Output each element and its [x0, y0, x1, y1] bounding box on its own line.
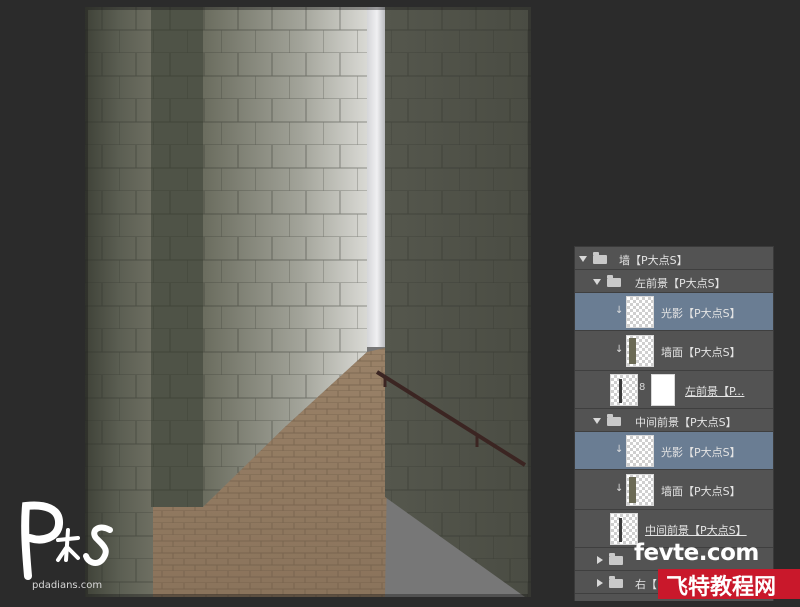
- folder-icon: [593, 252, 607, 264]
- layer-thumbnail: [610, 374, 638, 406]
- layer-group-wall[interactable]: 墙【P大点S】: [575, 247, 773, 270]
- layer-thumbnail: [626, 296, 654, 328]
- expand-arrow-icon[interactable]: [593, 418, 601, 424]
- layer-thumbnail: [626, 335, 654, 367]
- layer-group-left-foreground[interactable]: 左前景【P大点S】: [575, 270, 773, 293]
- layer-light-shadow-1[interactable]: ↓ 光影【P大点S】: [575, 293, 773, 331]
- clipping-arrow-icon: ↓: [615, 305, 624, 316]
- expand-arrow-icon[interactable]: [593, 279, 601, 285]
- layer-light-shadow-2[interactable]: ↓ 光影【P大点S】: [575, 432, 773, 470]
- expand-arrow-icon[interactable]: [579, 256, 587, 262]
- layer-wall-surface-1[interactable]: ↓ 墙面【P大点S】: [575, 331, 773, 371]
- layer-label: 左前景【P大点S】: [635, 277, 726, 290]
- layer-label: 光影【P大点S】: [661, 307, 741, 320]
- layer-label: 中间前景【P大点S】: [635, 416, 737, 429]
- mask-link-icon[interactable]: 8: [639, 382, 645, 393]
- document-canvas[interactable]: [85, 7, 531, 597]
- expand-arrow-icon[interactable]: [597, 579, 603, 587]
- layer-left-foreground-masked[interactable]: 8 左前景【P...: [575, 371, 773, 409]
- ps-watermark: pdadians.com: [14, 498, 124, 598]
- layer-label: 光影【P大点S】: [661, 446, 741, 459]
- layer-label: 墙面【P大点S】: [661, 485, 741, 498]
- layer-group-middle-foreground[interactable]: 中间前景【P大点S】: [575, 409, 773, 432]
- ps-watermark-domain: pdadians.com: [32, 580, 103, 591]
- site-watermark-domain: fevte.com: [634, 540, 759, 566]
- layer-wall-surface-2[interactable]: ↓ 墙面【P大点S】: [575, 470, 773, 510]
- clipping-arrow-icon: ↓: [615, 483, 624, 494]
- layer-label: 墙面【P大点S】: [661, 346, 741, 359]
- layer-label: 墙【P大点S】: [619, 254, 688, 267]
- alley-scene-image: [85, 7, 531, 597]
- folder-icon: [607, 414, 621, 426]
- layer-label: 左前景【P...: [685, 385, 745, 398]
- site-watermark: fevte.com 飞特教程网: [606, 540, 800, 607]
- ps-logo-mark: [21, 501, 113, 580]
- folder-icon: [607, 275, 621, 287]
- clipping-arrow-icon: ↓: [615, 444, 624, 455]
- expand-arrow-icon[interactable]: [597, 556, 603, 564]
- layer-mask-thumbnail[interactable]: [651, 374, 675, 406]
- layer-thumbnail: [626, 435, 654, 467]
- layer-thumbnail: [626, 474, 654, 506]
- site-watermark-name: 飞特教程网: [666, 575, 777, 600]
- clipping-arrow-icon: ↓: [615, 344, 624, 355]
- layer-label: 中间前景【P大点S】: [645, 524, 747, 537]
